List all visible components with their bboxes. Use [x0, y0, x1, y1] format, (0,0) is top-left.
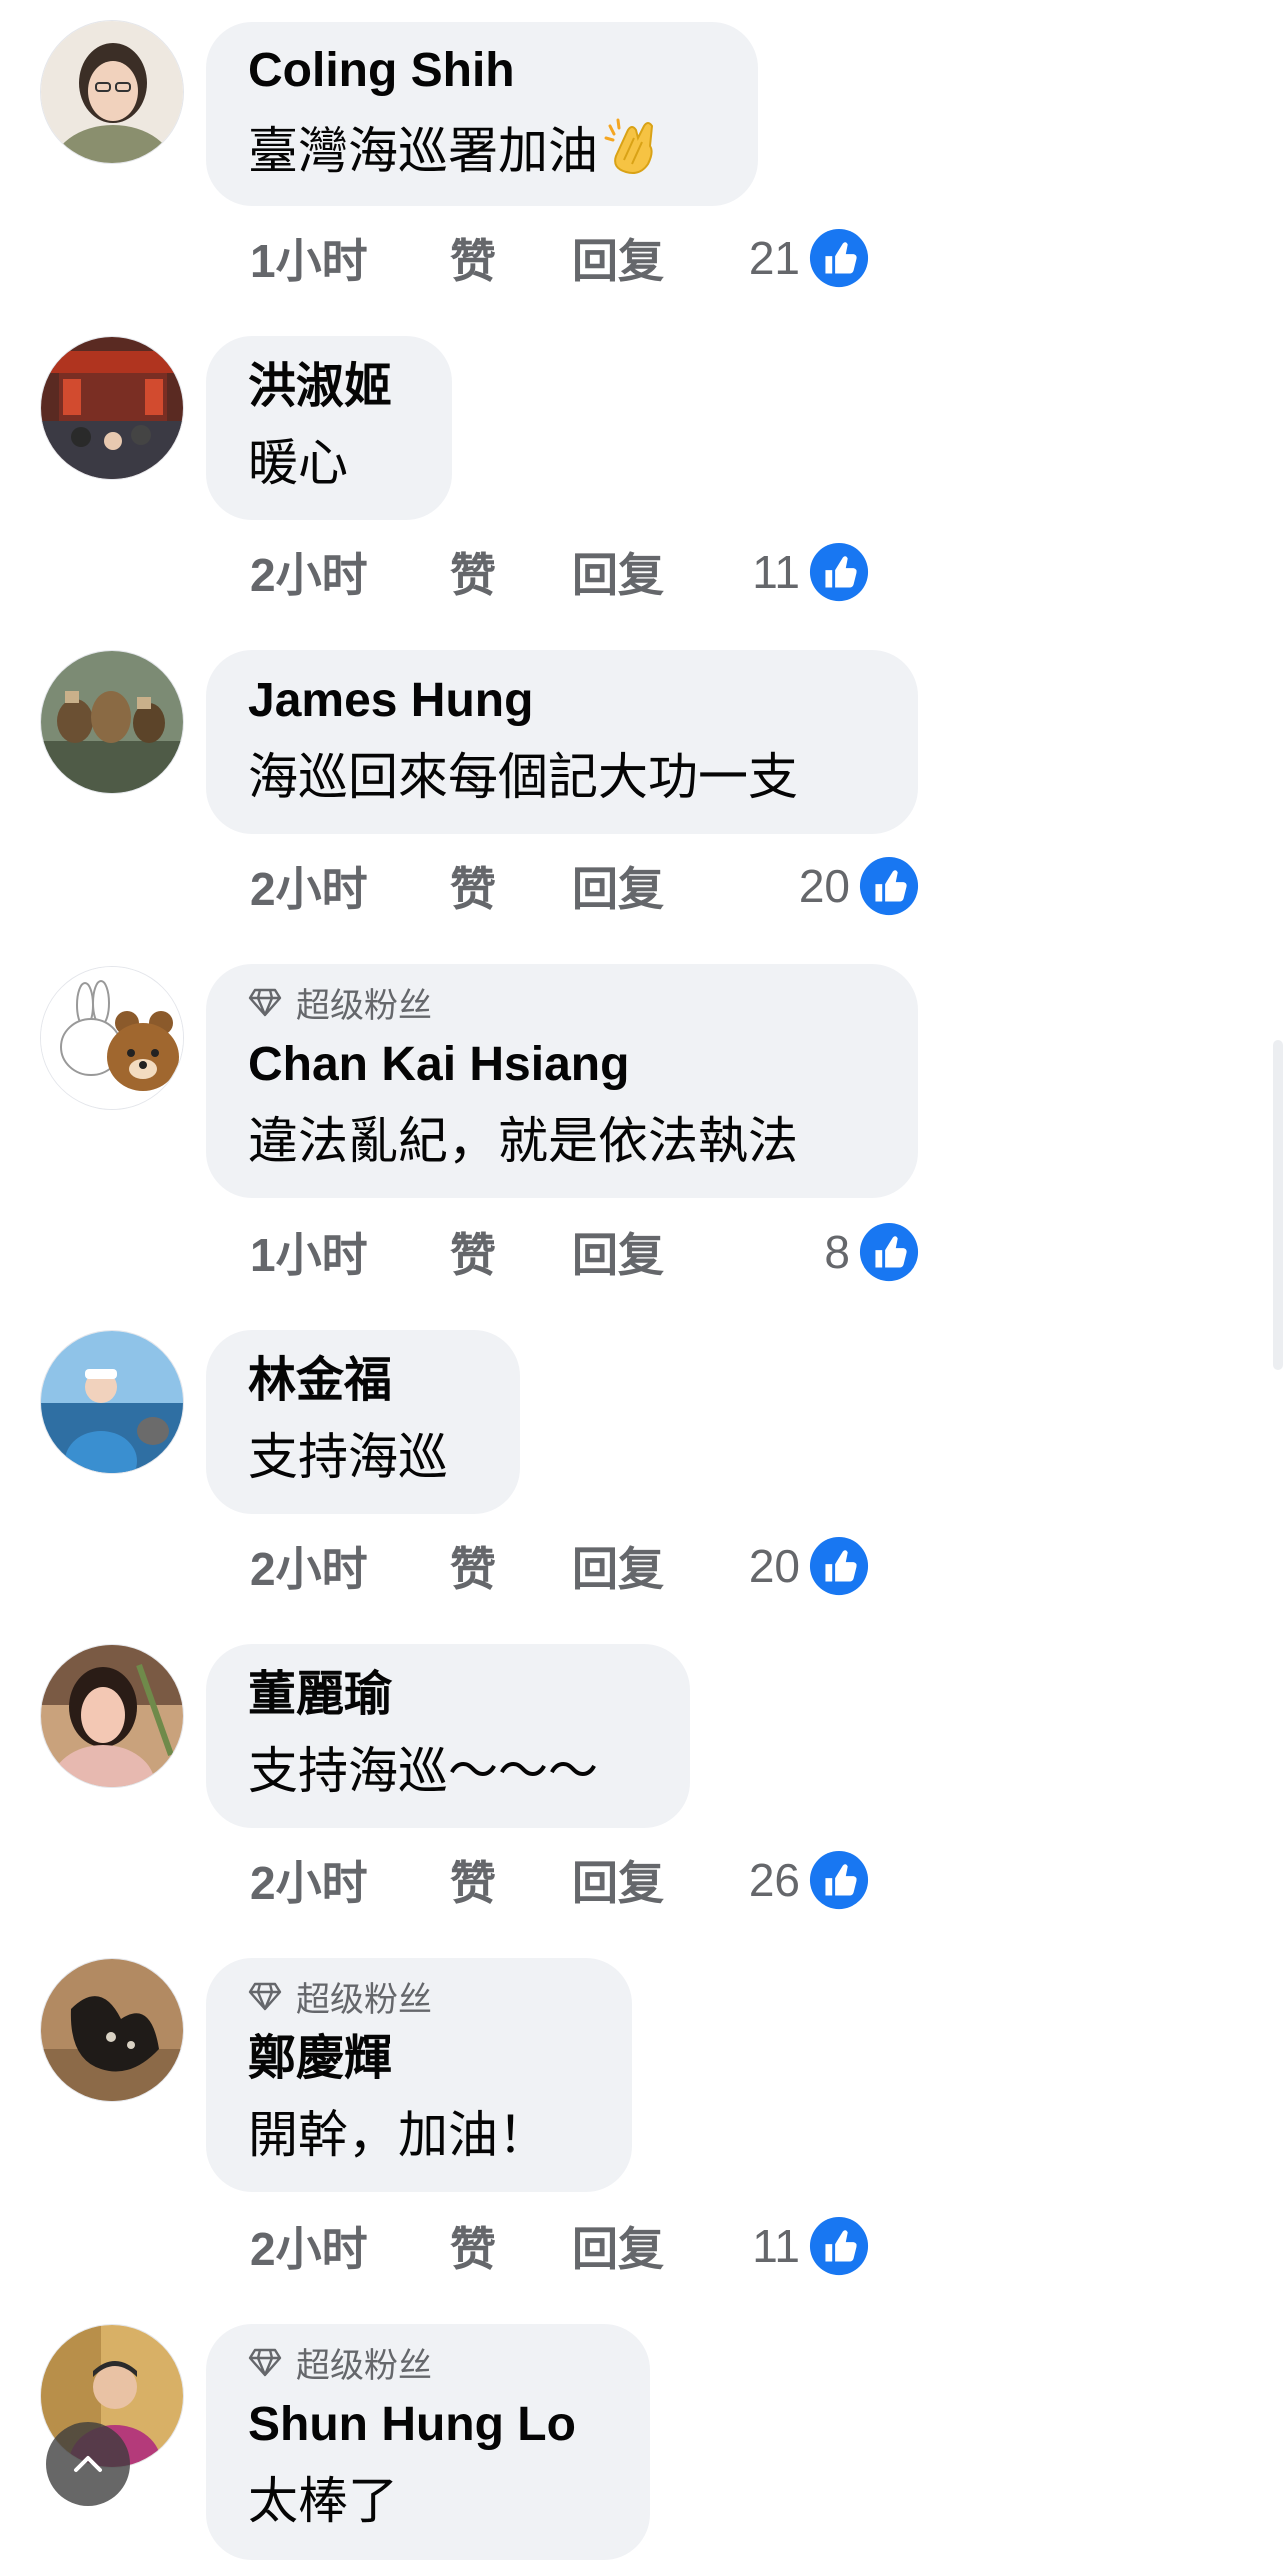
thumbs-up-icon: [858, 855, 920, 917]
comment-text: 臺灣海巡署加油: [248, 116, 666, 182]
top-fan-label: 超级粉丝: [296, 986, 432, 1025]
reply-button[interactable]: 回复: [572, 1847, 664, 1913]
comment-author[interactable]: 董麗瑜: [248, 1666, 392, 1724]
comment-author[interactable]: 林金福: [248, 1352, 392, 1410]
comment-text: 海巡回來每個記大功一支: [248, 749, 798, 805]
reply-button[interactable]: 回复: [572, 1219, 664, 1285]
comment-bubble: 超级粉丝 Shun Hung Lo 太棒了: [206, 2324, 650, 2560]
reaction-summary[interactable]: 11: [720, 540, 870, 604]
comment-timestamp[interactable]: 2小时: [250, 539, 450, 605]
reply-button[interactable]: 回复: [572, 2213, 664, 2279]
comment-bubble: 洪淑姬 暖心: [206, 336, 452, 520]
reaction-summary[interactable]: 11: [720, 2214, 870, 2278]
comment-actions: 1小时 赞 回复: [250, 1222, 664, 1282]
comment-timestamp[interactable]: 2小时: [250, 853, 450, 919]
reaction-summary[interactable]: 21: [720, 226, 870, 290]
reaction-summary[interactable]: 20: [720, 1534, 870, 1598]
comment-bubble: 林金福 支持海巡: [206, 1330, 520, 1514]
reaction-summary[interactable]: 20: [760, 854, 920, 918]
reaction-count: 26: [748, 1854, 800, 1906]
like-button[interactable]: 赞: [450, 225, 572, 291]
comment-author[interactable]: James Hung: [248, 672, 533, 730]
avatar[interactable]: [40, 20, 184, 164]
diamond-icon: [248, 1982, 282, 2011]
reaction-summary[interactable]: 8: [760, 1220, 920, 1284]
avatar[interactable]: [40, 1330, 184, 1474]
top-fan-badge: 超级粉丝: [248, 1976, 432, 2019]
top-fan-badge: 超级粉丝: [248, 982, 432, 1025]
reaction-count: 11: [752, 546, 800, 598]
clapping-hands-emoji: [604, 118, 654, 174]
reaction-summary[interactable]: 26: [720, 1848, 870, 1912]
avatar[interactable]: [40, 650, 184, 794]
reaction-count: 20: [798, 860, 850, 912]
avatar[interactable]: [40, 336, 184, 480]
like-button[interactable]: 赞: [450, 539, 572, 605]
top-fan-label: 超级粉丝: [296, 2346, 432, 2385]
thumbs-up-icon: [808, 2215, 870, 2277]
avatar[interactable]: [40, 1958, 184, 2102]
comment-timestamp[interactable]: 2小时: [250, 1847, 450, 1913]
comment-timestamp[interactable]: 2小时: [250, 2213, 450, 2279]
comment-text: 支持海巡: [248, 1429, 448, 1485]
comment-author[interactable]: Shun Hung Lo: [248, 2396, 576, 2454]
comment-bubble: 超级粉丝 鄭慶輝 開幹，加油！: [206, 1958, 632, 2192]
comment-text: 開幹，加油！: [248, 2107, 548, 2163]
like-button[interactable]: 赞: [450, 1219, 572, 1285]
reaction-count: 20: [748, 1540, 800, 1592]
comment-timestamp[interactable]: 2小时: [250, 1533, 450, 1599]
reply-button[interactable]: 回复: [572, 539, 664, 605]
comment-actions: 2小时 赞 回复: [250, 1850, 664, 1910]
like-button[interactable]: 赞: [450, 853, 572, 919]
thumbs-up-icon: [808, 1849, 870, 1911]
reply-button[interactable]: 回复: [572, 1533, 664, 1599]
comment-author[interactable]: Chan Kai Hsiang: [248, 1036, 629, 1094]
diamond-icon: [248, 2348, 282, 2377]
comment-thread: Coling Shih 臺灣海巡署加油 1小时 赞 回复 21 洪淑姬 暖心 2…: [0, 0, 1283, 2566]
comment-author[interactable]: 洪淑姬: [248, 358, 392, 416]
comment-actions: 2小时 赞 回复: [250, 856, 664, 916]
comment-author[interactable]: Coling Shih: [248, 42, 515, 100]
reaction-count: 21: [748, 232, 800, 284]
scrollbar[interactable]: [1273, 1040, 1283, 1370]
comment-bubble: 超级粉丝 Chan Kai Hsiang 違法亂紀，就是依法執法: [206, 964, 918, 1198]
comment-text: 支持海巡～～～: [248, 1743, 598, 1799]
comment-bubble: Coling Shih 臺灣海巡署加油: [206, 22, 758, 206]
comment-actions: 2小时 赞 回复: [250, 2216, 664, 2276]
chevron-up-icon: [74, 2456, 102, 2472]
comment-actions: 2小时 赞 回复: [250, 542, 664, 602]
diamond-icon: [248, 988, 282, 1017]
thumbs-up-icon: [808, 541, 870, 603]
scroll-to-top-button[interactable]: [46, 2422, 130, 2506]
avatar[interactable]: [40, 966, 184, 1110]
comment-bubble: 董麗瑜 支持海巡～～～: [206, 1644, 690, 1828]
thumbs-up-icon: [858, 1221, 920, 1283]
thumbs-up-icon: [808, 1535, 870, 1597]
comment-text: 暖心: [248, 435, 348, 491]
comment-text: 太棒了: [248, 2473, 398, 2529]
top-fan-badge: 超级粉丝: [248, 2342, 432, 2385]
comment-text: 違法亂紀，就是依法執法: [248, 1113, 798, 1169]
like-button[interactable]: 赞: [450, 1847, 572, 1913]
reaction-count: 11: [752, 2220, 800, 2272]
comment-timestamp[interactable]: 1小时: [250, 1219, 450, 1285]
comment-actions: 1小时 赞 回复: [250, 228, 664, 288]
reaction-count: 8: [824, 1226, 850, 1278]
like-button[interactable]: 赞: [450, 1533, 572, 1599]
comment-author[interactable]: 鄭慶輝: [248, 2030, 392, 2088]
reply-button[interactable]: 回复: [572, 853, 664, 919]
comment-text-body: 臺灣海巡署加油: [248, 123, 598, 179]
top-fan-label: 超级粉丝: [296, 1980, 432, 2019]
thumbs-up-icon: [808, 227, 870, 289]
like-button[interactable]: 赞: [450, 2213, 572, 2279]
comment-bubble: James Hung 海巡回來每個記大功一支: [206, 650, 918, 834]
comment-timestamp[interactable]: 1小时: [250, 225, 450, 291]
avatar[interactable]: [40, 1644, 184, 1788]
reply-button[interactable]: 回复: [572, 225, 664, 291]
comment-actions: 2小时 赞 回复: [250, 1536, 664, 1596]
